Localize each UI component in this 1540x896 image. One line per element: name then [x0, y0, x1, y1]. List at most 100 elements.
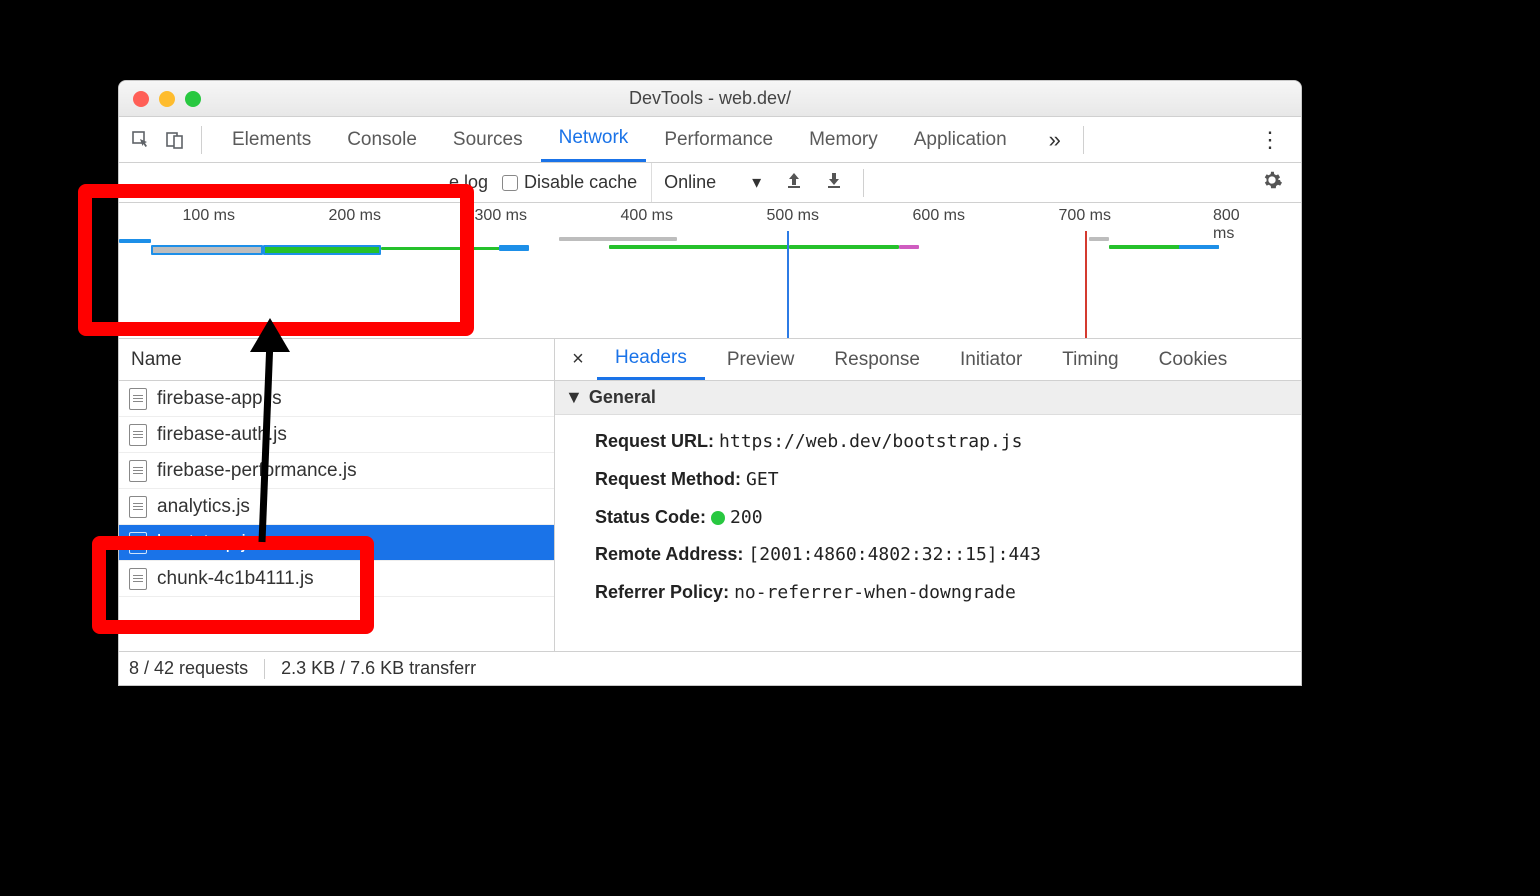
network-filter-bar: e log Disable cache Online ▾: [119, 163, 1301, 203]
file-icon: [129, 424, 147, 446]
ruler-tick: 600 ms: [913, 207, 965, 225]
settings-gear-icon[interactable]: [1253, 169, 1291, 197]
request-name: analytics.js: [157, 496, 250, 518]
request-row[interactable]: chunk-4c1b4111.js: [119, 561, 554, 597]
tab-sources[interactable]: Sources: [435, 117, 541, 162]
tab-console[interactable]: Console: [329, 117, 435, 162]
referrer-policy-row: Referrer Policy: no-referrer-when-downgr…: [595, 574, 1281, 612]
general-section-header[interactable]: ▼ General: [555, 381, 1301, 415]
status-code-row: Status Code: 200: [595, 499, 1281, 537]
separator: [201, 126, 202, 154]
preserve-log-checkbox[interactable]: e log: [449, 172, 488, 193]
ruler-tick: 700 ms: [1059, 207, 1111, 225]
timeline-overview[interactable]: 100 ms 200 ms 300 ms 400 ms 500 ms 600 m…: [119, 203, 1301, 339]
download-icon[interactable]: [825, 171, 843, 194]
separator: [863, 169, 864, 197]
request-row[interactable]: firebase-auth.js: [119, 417, 554, 453]
preserve-log-label: e log: [449, 172, 488, 193]
general-section-title: General: [589, 387, 656, 408]
disable-cache-label: Disable cache: [524, 172, 637, 193]
name-column-header[interactable]: Name: [119, 339, 554, 381]
value: [2001:4860:4802:32::15]:443: [748, 544, 1041, 565]
tab-elements[interactable]: Elements: [214, 117, 329, 162]
more-tabs-button[interactable]: »: [1039, 127, 1071, 153]
timeline-bar: [899, 245, 919, 249]
tab-application[interactable]: Application: [896, 117, 1025, 162]
timeline-bar: [559, 237, 677, 241]
timeline-bar: [119, 239, 151, 243]
ruler-tick: 300 ms: [475, 207, 527, 225]
close-detail-button[interactable]: ×: [563, 348, 593, 371]
value: GET: [746, 469, 779, 490]
separator: [264, 659, 265, 679]
value: no-referrer-when-downgrade: [734, 582, 1016, 603]
throttling-select[interactable]: Online ▾: [651, 163, 761, 202]
upload-icon[interactable]: [785, 171, 803, 194]
device-toggle-icon[interactable]: [161, 126, 189, 154]
transferred-size: 2.3 KB / 7.6 KB transferr: [281, 658, 476, 679]
detail-tab-response[interactable]: Response: [816, 339, 938, 380]
request-name: firebase-performance.js: [157, 460, 357, 482]
label: Status Code:: [595, 507, 706, 527]
kebab-menu-icon[interactable]: ⋮: [1247, 127, 1293, 153]
disclosure-triangle-icon: ▼: [565, 387, 583, 408]
status-bar: 8 / 42 requests 2.3 KB / 7.6 KB transfer…: [119, 651, 1301, 685]
request-list[interactable]: firebase-app.js firebase-auth.js firebas…: [119, 381, 554, 651]
file-icon: [129, 496, 147, 518]
network-split: Name firebase-app.js firebase-auth.js fi…: [119, 339, 1301, 651]
label: Referrer Policy:: [595, 582, 729, 602]
request-list-panel: Name firebase-app.js firebase-auth.js fi…: [119, 339, 555, 651]
request-row[interactable]: analytics.js: [119, 489, 554, 525]
disable-cache-checkbox[interactable]: Disable cache: [502, 172, 637, 193]
value: 200: [730, 507, 763, 528]
request-name: firebase-auth.js: [157, 424, 287, 446]
tab-network[interactable]: Network: [541, 117, 647, 162]
request-row-selected[interactable]: bootstrap.js: [119, 525, 554, 561]
separator: [1083, 126, 1084, 154]
detail-tab-initiator[interactable]: Initiator: [942, 339, 1040, 380]
checkbox-icon: [502, 175, 518, 191]
ruler-tick: 100 ms: [183, 207, 235, 225]
file-icon: [129, 388, 147, 410]
inspect-element-icon[interactable]: [127, 126, 155, 154]
tab-memory[interactable]: Memory: [791, 117, 896, 162]
main-toolbar: Elements Console Sources Network Perform…: [119, 117, 1301, 163]
load-line: [1085, 231, 1087, 338]
general-section: Request URL: https://web.dev/bootstrap.j…: [555, 415, 1301, 620]
ruler-tick: 400 ms: [621, 207, 673, 225]
tab-performance[interactable]: Performance: [646, 117, 791, 162]
status-dot-icon: [711, 511, 725, 525]
ruler-tick: 200 ms: [329, 207, 381, 225]
timeline-bar: [1179, 245, 1219, 249]
timeline-bar: [151, 245, 263, 255]
window-title: DevTools - web.dev/: [119, 88, 1301, 109]
file-icon: [129, 568, 147, 590]
chevron-down-icon: ▾: [752, 172, 761, 193]
timeline-bar: [609, 245, 789, 249]
ruler-tick: 500 ms: [767, 207, 819, 225]
request-row[interactable]: firebase-app.js: [119, 381, 554, 417]
detail-tab-preview[interactable]: Preview: [709, 339, 813, 380]
file-icon: [129, 532, 147, 554]
timeline-bar: [789, 245, 899, 249]
remote-address-row: Remote Address: [2001:4860:4802:32::15]:…: [595, 536, 1281, 574]
detail-tab-cookies[interactable]: Cookies: [1141, 339, 1246, 380]
timeline-ruler: 100 ms 200 ms 300 ms 400 ms 500 ms 600 m…: [119, 203, 1301, 231]
label: Remote Address:: [595, 544, 743, 564]
timeline-bar: [381, 247, 501, 250]
titlebar: DevTools - web.dev/: [119, 81, 1301, 117]
devtools-window: DevTools - web.dev/ Elements Console Sou…: [118, 80, 1302, 686]
request-row[interactable]: firebase-performance.js: [119, 453, 554, 489]
request-name: firebase-app.js: [157, 388, 282, 410]
throttling-value: Online: [664, 172, 716, 193]
file-icon: [129, 460, 147, 482]
domcontentloaded-line: [787, 231, 789, 338]
detail-tab-headers[interactable]: Headers: [597, 339, 705, 380]
detail-tabs: × Headers Preview Response Initiator Tim…: [555, 339, 1301, 381]
timeline-bar: [499, 245, 529, 251]
timeline-bar: [263, 245, 381, 255]
value: https://web.dev/bootstrap.js: [719, 431, 1022, 452]
detail-tab-timing[interactable]: Timing: [1044, 339, 1136, 380]
panel-tabs: Elements Console Sources Network Perform…: [214, 117, 1025, 162]
label: Request Method:: [595, 469, 741, 489]
